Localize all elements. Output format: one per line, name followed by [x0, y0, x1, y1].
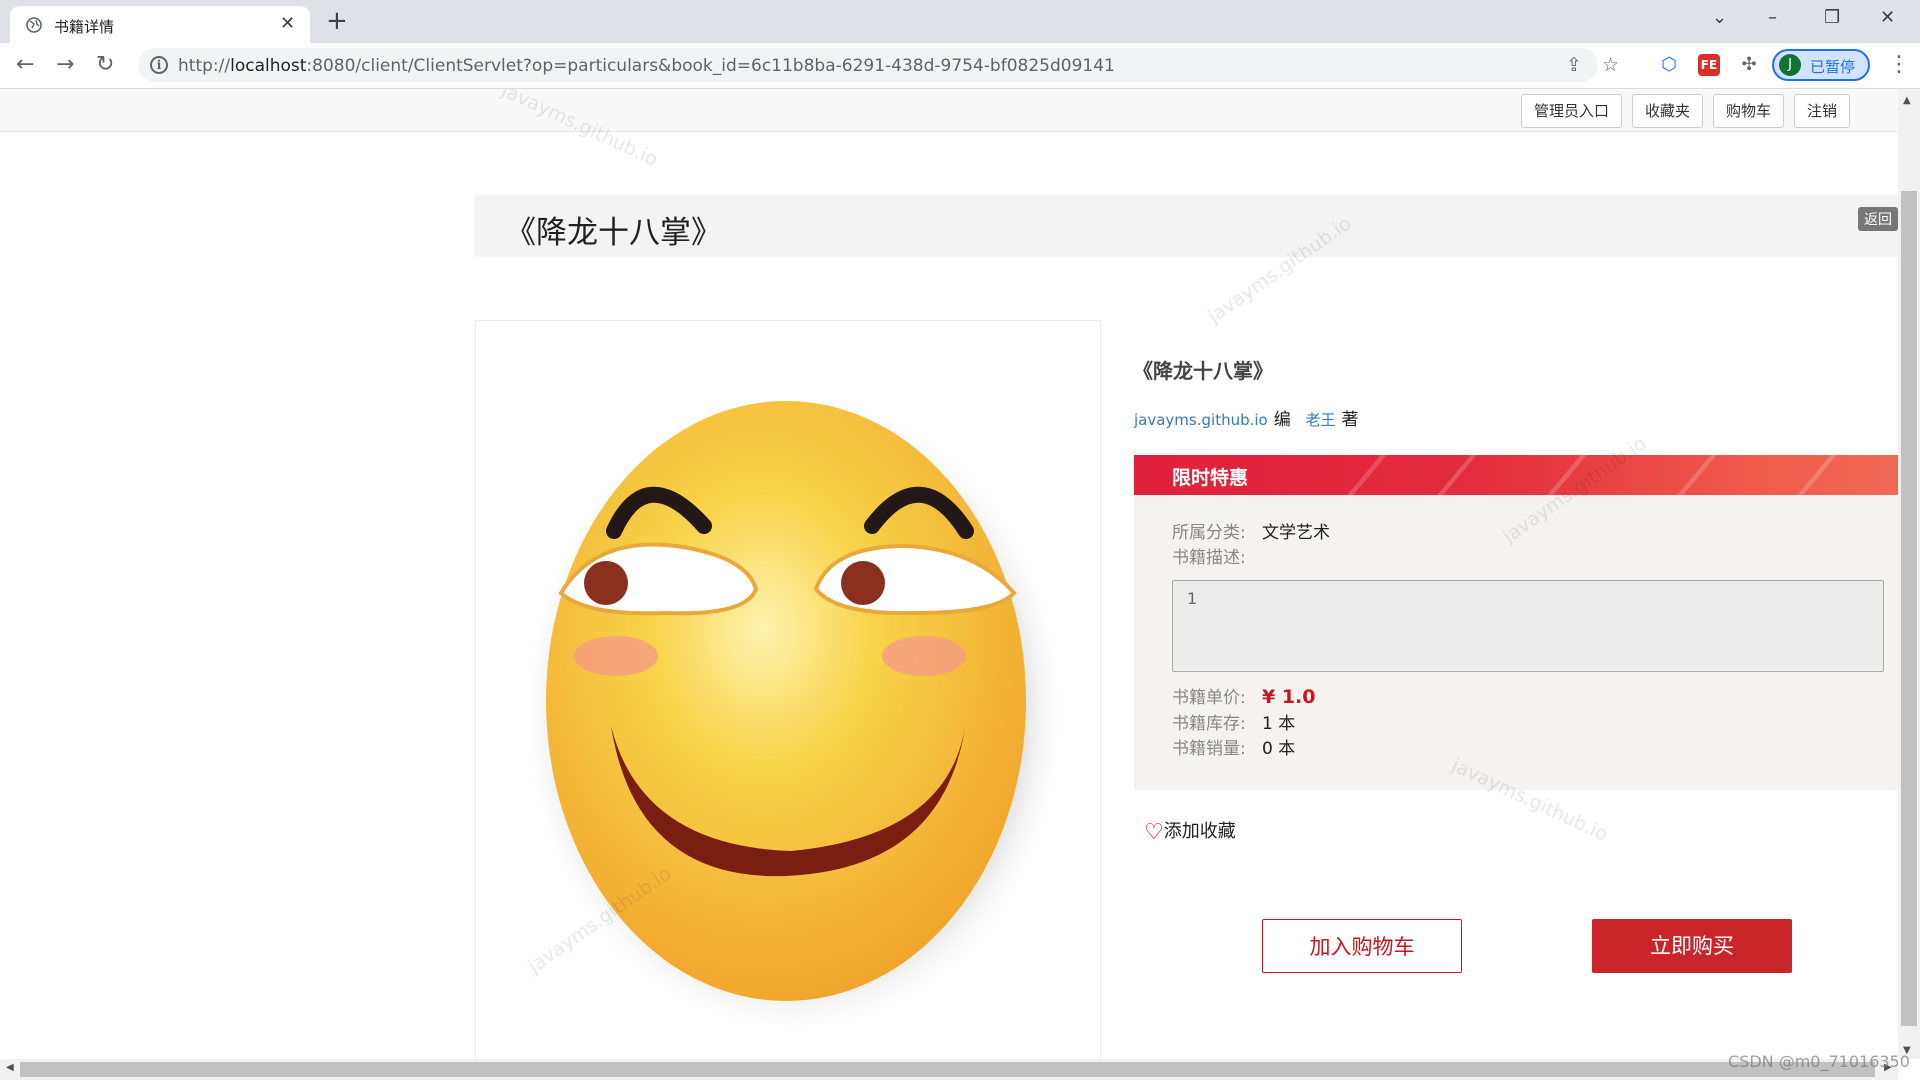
scroll-up-arrow-icon[interactable]: ▲ — [1903, 95, 1911, 106]
promo-label: 限时特惠 — [1172, 467, 1249, 489]
stock-value: 1 本 — [1262, 714, 1296, 734]
star-icon[interactable]: ☆ — [1602, 54, 1619, 76]
price-value: ¥ 1.0 — [1262, 686, 1316, 708]
category-label: 所属分类: — [1172, 523, 1246, 543]
category-row: 所属分类: 文学艺术 — [1172, 518, 1330, 543]
vertical-scroll-thumb[interactable] — [1901, 191, 1917, 1026]
site-info-icon[interactable]: i — [150, 56, 168, 74]
editor-role: 编 — [1273, 410, 1291, 430]
description-row: 书籍描述: — [1172, 543, 1262, 568]
sales-value: 0 本 — [1262, 739, 1296, 759]
horizontal-scroll-thumb[interactable] — [20, 1062, 1875, 1077]
cart-link[interactable]: 购物车 — [1713, 94, 1785, 128]
source-watermark: CSDN @m0_71016350 — [1728, 1052, 1910, 1071]
forward-icon[interactable]: → — [56, 52, 74, 78]
profile-button[interactable]: J 已暂停 — [1772, 49, 1870, 81]
page-title: 《降龙十八掌》 — [505, 215, 722, 251]
author-link[interactable]: 老王 — [1306, 411, 1336, 429]
promo-banner: 限时特惠 — [1134, 455, 1898, 495]
tab-strip: 书籍详情 ✕ + ⌄ – ❐ ✕ — [0, 0, 1920, 43]
add-favorite-link[interactable]: ♡添加收藏 — [1144, 817, 1236, 845]
puzzle-icon[interactable]: ✣ — [1738, 54, 1760, 76]
close-window-icon[interactable]: ✕ — [1880, 6, 1895, 30]
chevron-down-icon[interactable]: ⌄ — [1712, 6, 1727, 30]
add-to-cart-button[interactable]: 加入购物车 — [1262, 919, 1462, 973]
page-header: 《降龙十八掌》 返回 — [475, 195, 1898, 257]
add-favorite-label: 添加收藏 — [1163, 821, 1236, 842]
more-menu-icon[interactable]: ⋮ — [1888, 52, 1910, 77]
description-label: 书籍描述: — [1172, 548, 1246, 568]
fe-extension-icon[interactable]: FE — [1698, 54, 1720, 76]
promo-stripe — [1677, 455, 1717, 495]
horizontal-scrollbar[interactable]: ◀ ▶ — [0, 1059, 1898, 1080]
back-icon[interactable]: ← — [16, 52, 34, 78]
tab-title: 书籍详情 — [54, 18, 115, 36]
reload-icon[interactable]: ↻ — [96, 52, 114, 78]
buy-now-button[interactable]: 立即购买 — [1592, 919, 1792, 973]
promo-stripe — [1797, 455, 1837, 495]
new-tab-button[interactable]: + — [326, 6, 348, 36]
tab-book-details[interactable]: 书籍详情 ✕ — [10, 6, 310, 43]
stock-row: 书籍库存: 1 本 — [1172, 709, 1295, 734]
promo-stripe — [1437, 455, 1477, 495]
vertical-scrollbar[interactable]: ▲ ▼ — [1898, 89, 1920, 1059]
return-button[interactable]: 返回 — [1858, 207, 1898, 231]
extension-icon[interactable]: ⬡ — [1658, 54, 1680, 76]
site-navbar: 管理员入口 收藏夹 购物车 注销 — [0, 89, 1898, 132]
book-title: 《降龙十八掌》 — [1133, 359, 1273, 383]
scroll-left-arrow-icon[interactable]: ◀ — [6, 1062, 14, 1073]
profile-status: 已暂停 — [1810, 58, 1856, 76]
author-line: javayms.github.io 编 老王著 — [1134, 405, 1369, 430]
url-path: :8080/client/ClientServlet?op=particular… — [306, 56, 1115, 76]
url-scheme: http:// — [178, 56, 231, 76]
restore-icon[interactable]: ❐ — [1824, 6, 1840, 30]
avatar: J — [1779, 54, 1801, 76]
admin-entry-link[interactable]: 管理员入口 — [1521, 94, 1623, 128]
browser-toolbar: ← → ↻ i http://localhost:8080/client/Cli… — [0, 43, 1920, 89]
author-role: 著 — [1341, 410, 1359, 430]
sales-row: 书籍销量: 0 本 — [1172, 734, 1295, 759]
logout-link[interactable]: 注销 — [1794, 94, 1851, 128]
share-icon[interactable]: ⇪ — [1566, 54, 1582, 76]
stock-label: 书籍库存: — [1172, 714, 1246, 734]
page-viewport: 管理员入口 收藏夹 购物车 注销 《降龙十八掌》 返回 《降龙十八掌》 java… — [0, 89, 1898, 1059]
editor-link[interactable]: javayms.github.io — [1134, 411, 1268, 429]
price-label: 书籍单价: — [1172, 688, 1246, 708]
globe-icon — [26, 17, 42, 33]
url-host: localhost — [230, 56, 307, 76]
close-tab-icon[interactable]: ✕ — [280, 13, 295, 34]
price-row: 书籍单价: ¥ 1.0 — [1172, 683, 1316, 708]
address-bar[interactable]: i http://localhost:8080/client/ClientSer… — [138, 48, 1619, 82]
category-value: 文学艺术 — [1262, 523, 1330, 543]
favorites-link[interactable]: 收藏夹 — [1632, 94, 1704, 128]
url-text[interactable]: http://localhost:8080/client/ClientServl… — [178, 56, 1115, 76]
heart-icon: ♡ — [1144, 820, 1164, 845]
sales-label: 书籍销量: — [1172, 739, 1246, 759]
promo-stripe — [1347, 455, 1387, 495]
minimize-icon[interactable]: – — [1768, 6, 1777, 30]
description-textarea[interactable]: 1 — [1172, 580, 1884, 672]
